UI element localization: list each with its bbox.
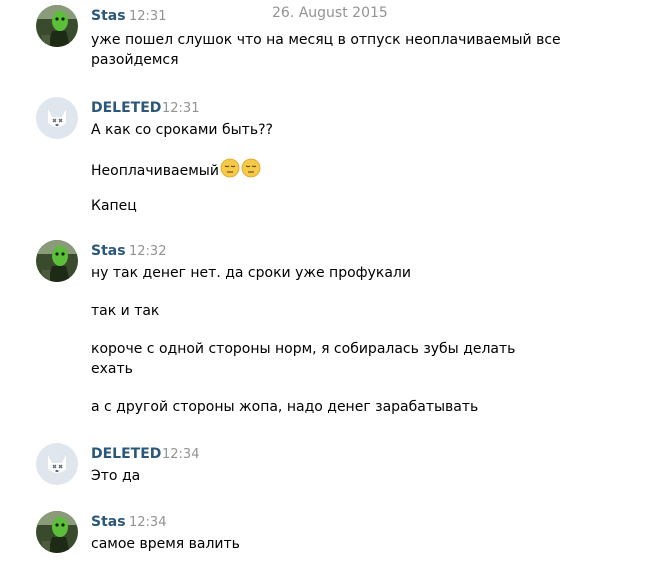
author-name[interactable]: Stas	[91, 514, 126, 530]
message-text: короче с одной стороны норм, я собиралас…	[91, 341, 516, 357]
author-name[interactable]: DELETED	[91, 446, 161, 462]
message-text: Капец	[91, 198, 137, 214]
message-time[interactable]: 12:32	[129, 244, 166, 259]
pensive-face-icon	[241, 158, 261, 178]
message-text: Неоплачиваемый	[91, 163, 219, 179]
message-text: А как со сроками быть??	[91, 122, 273, 138]
message-time[interactable]: 12:34	[129, 515, 166, 530]
message-text-line: Неоплачиваемый	[91, 158, 261, 181]
avatar-stas[interactable]	[36, 511, 78, 553]
message-text: ехать	[91, 361, 133, 377]
message-text: ну так денег нет. да сроки уже профукали	[91, 265, 411, 281]
author-name[interactable]: Stas	[91, 243, 126, 259]
message-text: разойдемся	[91, 52, 179, 68]
avatar-deleted[interactable]	[36, 97, 78, 139]
avatar-stas[interactable]	[36, 5, 78, 47]
message-time[interactable]: 12:31	[129, 9, 166, 24]
message-text: так и так	[91, 303, 160, 319]
author-name[interactable]: Stas	[91, 8, 126, 24]
author-name[interactable]: DELETED	[91, 100, 161, 116]
message-time[interactable]: 12:31	[162, 101, 199, 116]
message-text: самое время валить	[91, 536, 240, 552]
avatar-stas[interactable]	[36, 240, 78, 282]
date-header: 26. August 2015	[272, 5, 388, 21]
message-text: а с другой стороны жопа, надо денег зара…	[91, 399, 479, 415]
message-time[interactable]: 12:34	[162, 447, 199, 462]
message-text: уже пошел слушок что на месяц в отпуск н…	[91, 32, 561, 48]
message-text: Это да	[91, 468, 141, 484]
pensive-face-icon	[220, 158, 240, 178]
avatar-deleted[interactable]	[36, 443, 78, 485]
